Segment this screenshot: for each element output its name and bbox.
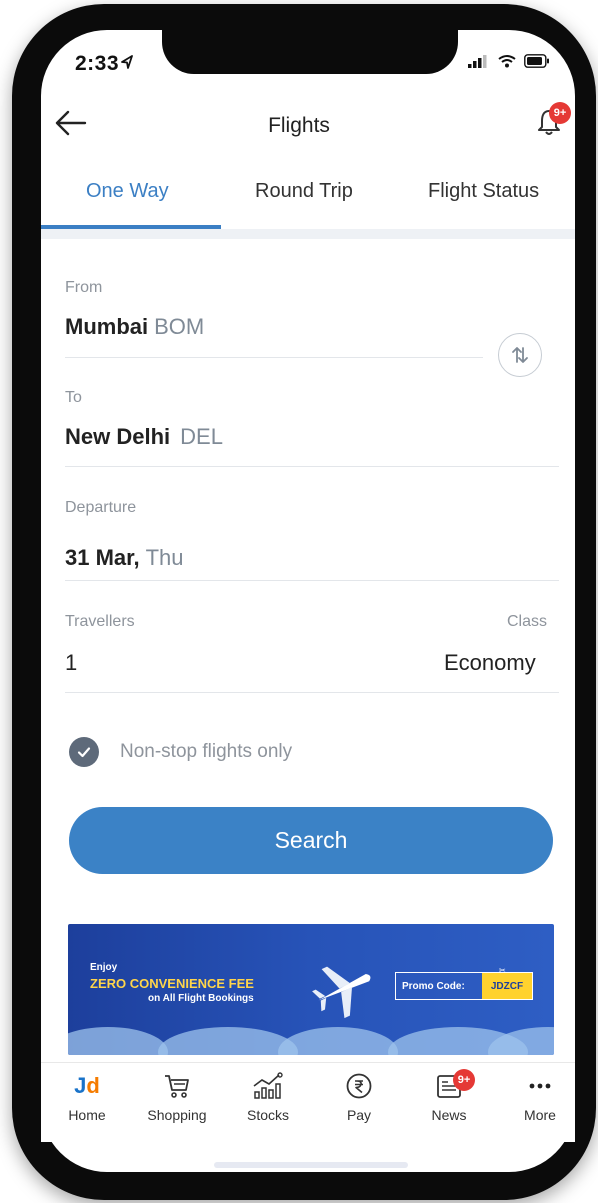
home-indicator[interactable] bbox=[214, 1162, 408, 1168]
travellers-field[interactable]: 1 bbox=[65, 650, 77, 676]
divider bbox=[65, 692, 559, 693]
divider bbox=[65, 357, 483, 358]
promo-label: Promo Code: bbox=[402, 980, 465, 992]
bottom-navigation: Jd Home Shopping Stocks Pay 9+ News More bbox=[41, 1062, 575, 1142]
battery-icon bbox=[524, 54, 549, 68]
tab-flight-status[interactable]: Flight Status bbox=[428, 180, 539, 203]
nonstop-label[interactable]: Non-stop flights only bbox=[120, 741, 292, 763]
class-label: Class bbox=[507, 613, 548, 630]
news-badge: 9+ bbox=[453, 1069, 475, 1091]
airplane-icon bbox=[312, 966, 371, 1019]
to-label: To bbox=[65, 389, 82, 406]
notification-badge: 9+ bbox=[549, 102, 571, 124]
to-code: DEL bbox=[180, 424, 223, 449]
banner-enjoy-text: Enjoy bbox=[90, 962, 118, 973]
nav-home[interactable]: Jd Home bbox=[47, 1071, 127, 1123]
swap-cities-button[interactable] bbox=[498, 333, 542, 377]
departure-label: Departure bbox=[65, 499, 137, 516]
from-city: Mumbai bbox=[65, 314, 149, 339]
promo-code: JDZCF bbox=[482, 973, 532, 999]
nav-shopping-label: Shopping bbox=[147, 1107, 207, 1123]
checkmark-icon bbox=[77, 747, 91, 758]
cloud-decoration bbox=[158, 1027, 298, 1055]
cloud-decoration bbox=[68, 1027, 168, 1055]
nav-news-label: News bbox=[431, 1107, 467, 1123]
banner-headline: ZERO CONVENIENCE FEE bbox=[90, 976, 254, 991]
wifi-icon bbox=[498, 55, 516, 68]
nav-pay[interactable]: Pay bbox=[319, 1071, 399, 1123]
tab-one-way[interactable]: One Way bbox=[86, 180, 169, 203]
tab-separator bbox=[41, 229, 575, 239]
nav-more-label: More bbox=[524, 1107, 556, 1123]
nav-news[interactable]: 9+ News bbox=[409, 1069, 489, 1123]
status-icons bbox=[468, 54, 550, 68]
location-arrow-icon bbox=[121, 55, 133, 69]
to-city: New Delhi bbox=[65, 424, 171, 449]
travellers-label: Travellers bbox=[65, 613, 135, 630]
nav-home-label: Home bbox=[68, 1107, 106, 1123]
promo-code-box: Promo Code: JDZCF bbox=[395, 972, 533, 1000]
nav-pay-label: Pay bbox=[346, 1107, 372, 1123]
nav-shopping[interactable]: Shopping bbox=[137, 1071, 217, 1123]
more-dots-icon bbox=[500, 1071, 580, 1101]
rupee-icon bbox=[319, 1071, 399, 1101]
divider bbox=[65, 580, 559, 581]
promo-banner[interactable]: Enjoy ZERO CONVENIENCE FEE on All Flight… bbox=[68, 924, 554, 1055]
departure-date: 31 Mar, bbox=[65, 545, 140, 570]
news-icon bbox=[409, 1071, 489, 1101]
from-code: BOM bbox=[154, 314, 205, 339]
nav-stocks-label: Stocks bbox=[246, 1107, 289, 1123]
nav-stocks[interactable]: Stocks bbox=[228, 1071, 308, 1123]
from-label: From bbox=[65, 279, 103, 296]
stocks-chart-icon bbox=[228, 1071, 308, 1101]
cart-icon bbox=[137, 1071, 217, 1101]
tab-round-trip[interactable]: Round Trip bbox=[255, 180, 353, 203]
divider bbox=[65, 466, 559, 467]
departure-day: Thu bbox=[145, 545, 184, 570]
from-field[interactable]: Mumbai BOM bbox=[65, 314, 204, 340]
search-button[interactable]: Search bbox=[69, 807, 553, 874]
device-notch bbox=[162, 30, 458, 74]
signal-icon bbox=[468, 55, 487, 68]
to-field[interactable]: New Delhi DEL bbox=[65, 424, 223, 450]
cloud-decoration bbox=[278, 1027, 398, 1055]
swap-arrows-icon bbox=[512, 347, 528, 363]
page-title: Flights bbox=[268, 114, 330, 137]
departure-field[interactable]: 31 Mar, Thu bbox=[65, 545, 184, 571]
nonstop-checkbox[interactable] bbox=[69, 737, 99, 767]
class-field[interactable]: Economy bbox=[444, 650, 536, 676]
status-time: 2:33 bbox=[75, 52, 120, 75]
banner-subtext: on All Flight Bookings bbox=[148, 993, 254, 1004]
nav-more[interactable]: More bbox=[500, 1071, 580, 1123]
jd-logo-icon: Jd bbox=[74, 1073, 100, 1098]
